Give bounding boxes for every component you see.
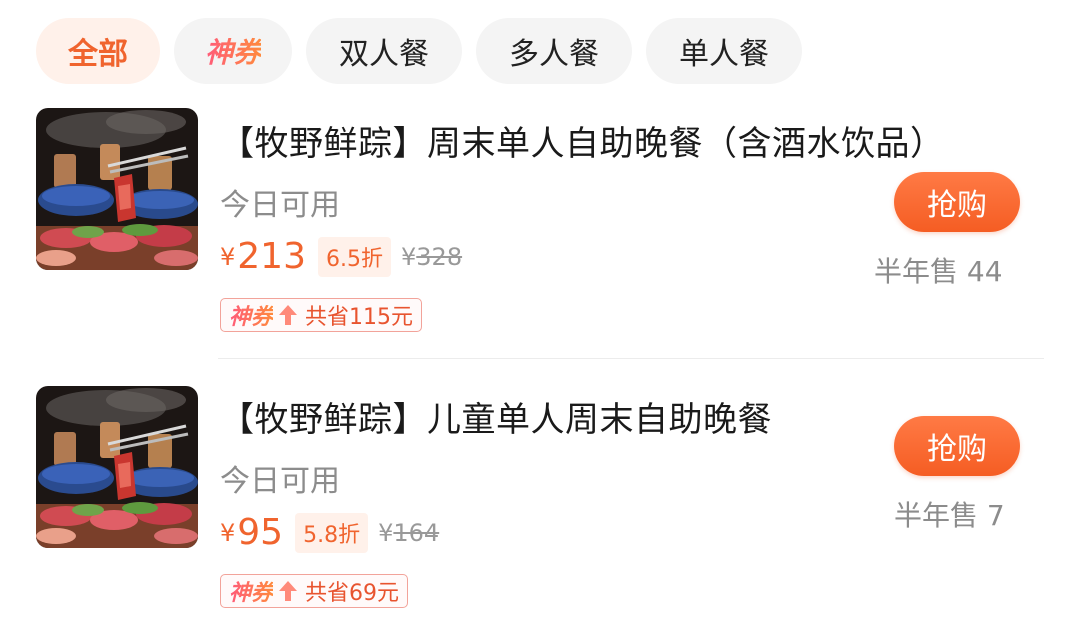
deal-price: 95 [237,512,284,553]
sales-count: 半年售 44 [874,255,1003,288]
tab-coupon-label: 神券 [205,31,261,71]
coupon-label: 神券 [229,299,273,331]
up-arrow-icon [277,303,299,327]
deal-thumbnail[interactable] [36,386,198,548]
availability-text: 今日可用 [220,188,340,223]
tab-single[interactable]: 单人餐 [646,18,802,84]
buy-button[interactable]: 抢购 [894,172,1020,232]
original-price-value: 328 [416,242,463,271]
savings-text: 共省69元 [305,581,400,606]
tab-coupon[interactable]: 神券 [174,18,292,84]
deal-title[interactable]: 【牧野鲜踪】儿童单人周末自助晚餐 [220,392,772,441]
deal-list-page: 全部 神券 双人餐 多人餐 单人餐 【牧野鲜踪】周末单人自助晚餐（含酒水饮品） … [0,0,1080,632]
original-price: ¥164 [378,519,439,547]
tab-multi[interactable]: 多人餐 [476,18,632,84]
original-price: ¥328 [401,243,462,271]
tab-double-label: 双人餐 [339,37,429,72]
up-arrow-icon [277,579,299,603]
coupon-savings-tag: 神券 共省69元 [220,574,409,608]
tab-all[interactable]: 全部 [36,18,160,84]
coupon-savings-tag: 神券 共省115元 [220,298,423,332]
original-currency: ¥ [401,242,417,271]
sales-count: 半年售 7 [894,499,1005,532]
filter-tabs: 全部 神券 双人餐 多人餐 单人餐 [36,18,802,84]
deal-price: 213 [237,236,306,277]
buy-button[interactable]: 抢购 [894,416,1020,476]
currency-symbol: ¥ [220,518,236,547]
buy-button-label: 抢购 [927,188,987,223]
tab-double[interactable]: 双人餐 [306,18,462,84]
coupon-label: 神券 [229,575,273,607]
discount-badge: 5.8折 [295,512,369,553]
tab-all-label: 全部 [68,37,128,72]
hotpot-image [36,386,198,548]
original-price-value: 164 [393,518,440,547]
currency-symbol: ¥ [220,242,236,271]
divider [218,358,1044,359]
tab-single-label: 单人餐 [679,37,769,72]
buy-button-label: 抢购 [927,432,987,467]
savings-text: 共省115元 [305,305,414,330]
price-row: ¥ 213 6.5折 ¥328 [220,236,462,277]
discount-badge: 6.5折 [318,236,391,277]
deal-thumbnail[interactable] [36,108,198,270]
original-currency: ¥ [378,518,394,547]
availability-text: 今日可用 [220,464,340,499]
price-row: ¥ 95 5.8折 ¥164 [220,512,439,553]
tab-multi-label: 多人餐 [509,37,599,72]
deal-title[interactable]: 【牧野鲜踪】周末单人自助晚餐（含酒水饮品） [220,116,945,165]
hotpot-image [36,108,198,270]
